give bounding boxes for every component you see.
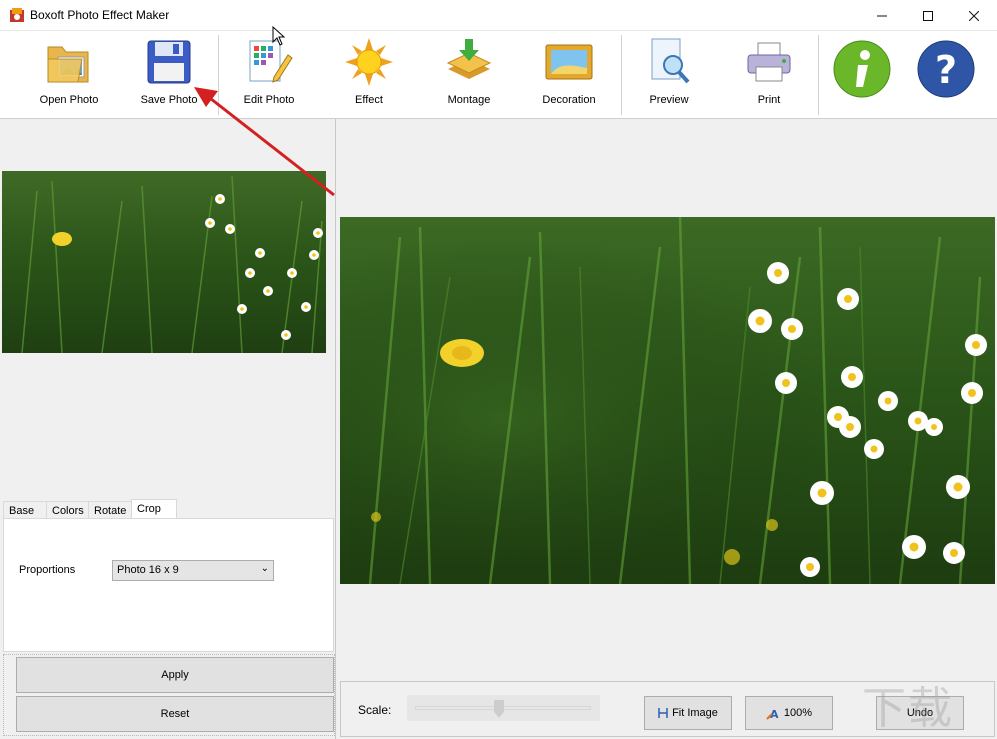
fit-image-button[interactable]: Fit Image	[644, 696, 732, 730]
montage-button[interactable]: Montage	[424, 37, 514, 113]
toolbar-separator	[621, 35, 622, 115]
tab-colors[interactable]: Colors	[46, 501, 89, 519]
proportions-selected-value: Photo 16 x 9	[117, 564, 179, 576]
minimize-icon	[877, 15, 887, 16]
picture-frame-icon	[545, 44, 593, 80]
print-label: Print	[757, 94, 781, 106]
decoration-label: Decoration	[542, 94, 596, 106]
crop-tab-panel: Proportions Photo 16 x 9 ⌄	[3, 518, 334, 652]
effect-button[interactable]: Effect	[324, 37, 414, 113]
apply-button[interactable]: Apply	[16, 657, 334, 693]
save-photo-label: Save Photo	[140, 94, 198, 106]
minimize-button[interactable]	[859, 0, 905, 31]
mouse-cursor-icon	[272, 26, 286, 46]
sun-icon	[345, 38, 393, 86]
site-watermark-logo: 下载	[862, 683, 954, 734]
close-icon	[969, 10, 979, 21]
window-title: Boxoft Photo Effect Maker	[30, 8, 170, 22]
preview-label: Preview	[649, 94, 689, 106]
print-button[interactable]: Print	[724, 37, 814, 113]
zoom-actual-size-icon: A	[766, 708, 779, 720]
fit-image-icon	[658, 708, 668, 718]
zoom-100-label: 100%	[783, 707, 813, 719]
photo-thumbnail	[2, 171, 326, 353]
svg-text:?: ?	[935, 48, 957, 92]
reset-button[interactable]: Reset	[16, 696, 334, 732]
close-button[interactable]	[951, 0, 997, 31]
toolbar-separator	[218, 35, 219, 115]
tab-base[interactable]: Base	[3, 501, 47, 519]
effect-label: Effect	[355, 94, 383, 106]
montage-layers-icon	[446, 39, 492, 79]
scale-slider[interactable]	[407, 695, 600, 721]
scale-label: Scale:	[358, 703, 392, 717]
tab-rotate[interactable]: Rotate	[88, 501, 132, 519]
zoom-100-button[interactable]: A 100%	[745, 696, 833, 730]
edit-grid-pencil-icon	[249, 40, 293, 83]
help-button[interactable]: ?	[901, 39, 991, 115]
save-photo-button[interactable]: Save Photo	[124, 37, 214, 113]
montage-label: Montage	[447, 94, 491, 106]
floppy-disk-icon	[147, 40, 191, 84]
folder-photo-icon	[47, 46, 89, 83]
scale-slider-handle[interactable]	[494, 700, 504, 718]
grass-daisy-main-image	[340, 217, 995, 584]
action-button-area: Apply Reset	[3, 654, 335, 736]
maximize-button[interactable]	[905, 0, 951, 31]
preview-button[interactable]: Preview	[624, 37, 714, 113]
tab-crop[interactable]: Crop	[131, 499, 177, 520]
info-button[interactable]	[817, 39, 907, 115]
open-photo-label: Open Photo	[39, 94, 99, 106]
main-photo[interactable]	[340, 217, 995, 584]
title-bar: Boxoft Photo Effect Maker	[0, 0, 997, 31]
info-icon	[833, 40, 891, 98]
main-canvas-area: Scale: Fit Image A 100% Undo	[337, 119, 997, 739]
toolbar: Open Photo Save Photo Edit Photo Effect …	[0, 31, 997, 119]
open-photo-button[interactable]: Open Photo	[24, 37, 114, 113]
printer-icon	[747, 42, 791, 82]
decoration-button[interactable]: Decoration	[524, 37, 614, 113]
chevron-down-icon: ⌄	[260, 563, 269, 574]
help-question-icon: ?	[917, 40, 975, 98]
grass-daisy-thumbnail-image	[2, 171, 326, 353]
left-panel: Base Colors Rotate Crop Proportions Phot…	[0, 119, 336, 739]
edit-photo-button[interactable]: Edit Photo	[224, 37, 314, 113]
maximize-icon	[923, 10, 933, 21]
app-logo-icon	[10, 8, 24, 22]
proportions-select[interactable]: Photo 16 x 9 ⌄	[112, 560, 274, 581]
edit-photo-label: Edit Photo	[243, 94, 295, 106]
proportions-label: Proportions	[19, 564, 76, 576]
fit-image-label: Fit Image	[672, 707, 718, 719]
preview-magnifier-icon	[651, 38, 690, 84]
